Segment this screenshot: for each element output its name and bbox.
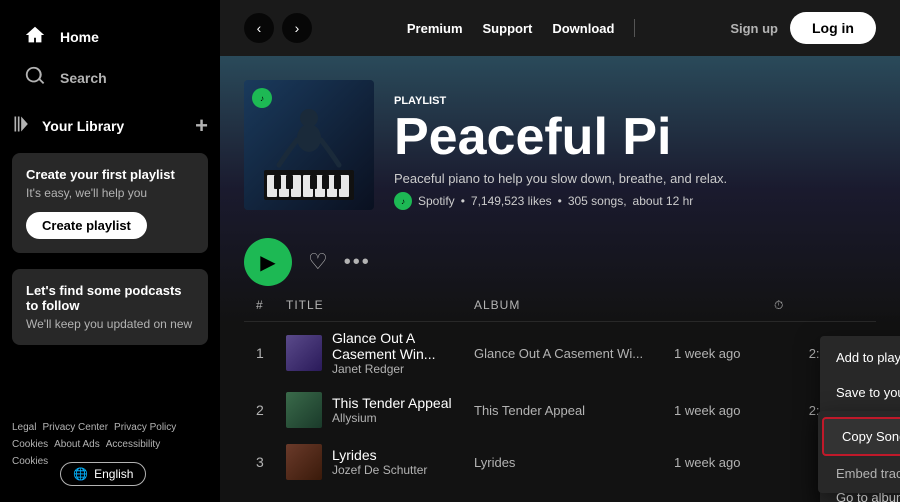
nav-links: Premium Support Download <box>407 19 636 37</box>
app-container: Home Search Your Library + Create your f… <box>0 0 900 502</box>
podcasts-box: Let's find some podcasts to follow We'll… <box>12 269 208 345</box>
legal-link[interactable]: Legal <box>12 422 36 433</box>
sidebar: Home Search Your Library + Create your f… <box>0 0 220 502</box>
search-icon <box>24 65 46 90</box>
library-icon <box>12 114 32 137</box>
privacy-center-link[interactable]: Privacy Center <box>42 422 108 433</box>
search-label: Search <box>60 70 107 86</box>
create-playlist-button[interactable]: Create playlist <box>26 212 147 239</box>
copy-link-wrapper: Copy Song Link <box>818 415 900 458</box>
context-save-liked[interactable]: Save to your Liked Songs <box>820 375 900 410</box>
cookies-link-2[interactable]: Cookies <box>12 456 48 486</box>
login-button[interactable]: Log in <box>790 12 876 44</box>
accessibility-link[interactable]: Accessibility <box>106 439 160 450</box>
add-library-button[interactable]: + <box>195 115 208 137</box>
top-nav: ‹ › Premium Support Download Sign up Log… <box>220 0 900 56</box>
sidebar-item-search[interactable]: Search <box>12 57 208 98</box>
content-scroll[interactable]: ♪ <box>220 56 900 502</box>
home-icon <box>24 24 46 49</box>
back-icon: ‹ <box>257 20 262 36</box>
language-label: English <box>94 467 133 481</box>
podcasts-title: Let's find some podcasts to follow <box>26 283 194 313</box>
library-label: Your Library <box>42 118 124 134</box>
podcasts-subtitle: We'll keep you updated on new <box>26 317 194 331</box>
context-add-to-playlist[interactable]: Add to playlist › <box>820 340 900 375</box>
forward-button[interactable]: › <box>282 13 312 43</box>
nav-section: Home Search <box>0 0 220 106</box>
nav-divider <box>634 19 635 37</box>
support-link[interactable]: Support <box>483 21 533 36</box>
create-playlist-box: Create your first playlist It's easy, we… <box>12 153 208 253</box>
nav-auth: Sign up Log in <box>730 12 876 44</box>
sidebar-item-home[interactable]: Home <box>12 16 208 57</box>
context-menu-overlay[interactable]: Add to playlist › Save to your Liked Son… <box>220 56 900 502</box>
create-playlist-title: Create your first playlist <box>26 167 194 182</box>
main-content: ‹ › Premium Support Download Sign up Log… <box>220 0 900 502</box>
copy-song-link-button[interactable]: Copy Song Link <box>822 417 900 456</box>
home-label: Home <box>60 29 99 45</box>
add-to-playlist-label: Add to playlist <box>836 350 900 365</box>
premium-link[interactable]: Premium <box>407 21 463 36</box>
save-liked-label: Save to your Liked Songs <box>836 385 900 400</box>
share-submenu: Copy Song Link Embed track <box>818 411 900 493</box>
library-header: Your Library + <box>0 106 220 145</box>
embed-track-option[interactable]: Embed track <box>818 458 900 489</box>
forward-icon: › <box>295 20 300 36</box>
download-link[interactable]: Download <box>552 21 614 36</box>
back-button[interactable]: ‹ <box>244 13 274 43</box>
cookies-link-1[interactable]: Cookies <box>12 439 48 450</box>
globe-icon: 🌐 <box>73 467 88 481</box>
create-playlist-subtitle: It's easy, we'll help you <box>26 186 194 200</box>
about-ads-link[interactable]: About Ads <box>54 439 100 450</box>
sidebar-footer: Legal Privacy Center Privacy Policy Cook… <box>0 414 220 494</box>
privacy-policy-link[interactable]: Privacy Policy <box>114 422 176 433</box>
signup-button[interactable]: Sign up <box>730 21 778 36</box>
language-button[interactable]: 🌐 English <box>60 462 146 486</box>
nav-arrows: ‹ › <box>244 13 312 43</box>
